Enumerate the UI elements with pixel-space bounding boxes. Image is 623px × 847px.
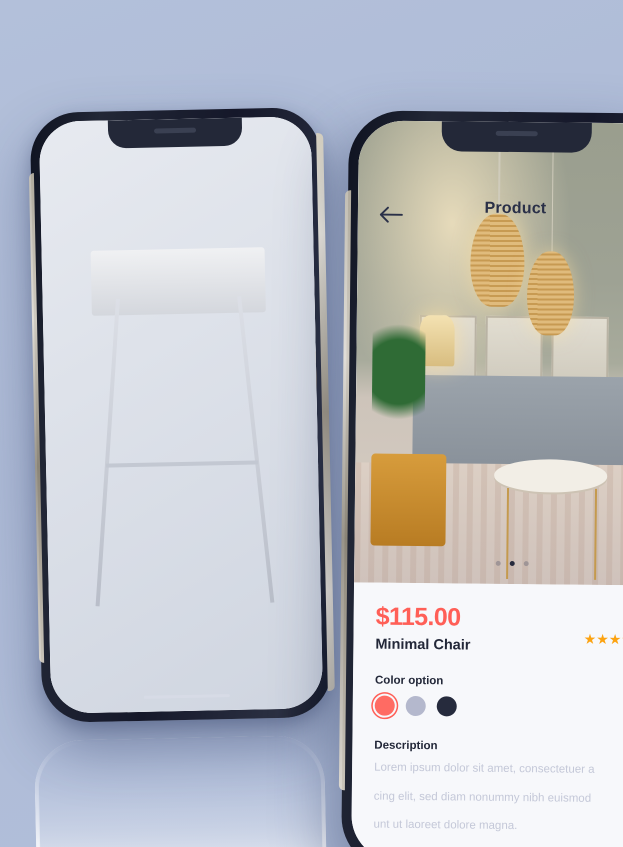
carousel-dot[interactable] bbox=[495, 560, 501, 566]
price-rating-row: $115.00 Minimal Chair ★★★★★ bbox=[375, 603, 623, 656]
best-selling-item[interactable]: Minimal Chair Lorem Ipsum $125.00 bbox=[38, 116, 324, 714]
detail-body: $115.00 Minimal Chair ★★★★★ Color option… bbox=[351, 582, 623, 840]
phone-notch bbox=[441, 121, 592, 153]
price-name-block: $115.00 Minimal Chair bbox=[375, 603, 471, 654]
product-hero-image bbox=[354, 120, 623, 586]
phone-home-device: Explore bbox=[29, 107, 333, 723]
phone-notch bbox=[107, 117, 243, 149]
notch-speaker bbox=[495, 130, 538, 137]
phone-detail-device: Product $115.00 Minimal Chair ★★★★★ Colo… bbox=[341, 110, 623, 847]
color-swatch-coral[interactable] bbox=[374, 695, 395, 716]
mockup-stage: Explore bbox=[0, 0, 623, 847]
page-title: Product bbox=[484, 199, 547, 218]
color-swatch-light-lavender-gray[interactable] bbox=[405, 695, 426, 717]
carousel-dot[interactable] bbox=[523, 561, 529, 567]
description-line: unt ut laoreet dolore magna. bbox=[373, 819, 518, 833]
color-swatch-dark-navy[interactable] bbox=[436, 696, 457, 717]
product-price: $115.00 bbox=[375, 602, 461, 632]
phone-frame: Product $115.00 Minimal Chair ★★★★★ Colo… bbox=[341, 110, 623, 847]
color-option-label: Color option bbox=[374, 674, 444, 688]
phone-detail-screen: Product $115.00 Minimal Chair ★★★★★ Colo… bbox=[351, 120, 623, 847]
reflection-fade bbox=[33, 734, 327, 847]
description-line: Lorem ipsum dolor sit amet, consectetuer… bbox=[374, 761, 595, 776]
home-content: Explore bbox=[38, 116, 324, 714]
description-label: Description bbox=[374, 739, 438, 753]
stool-image bbox=[38, 116, 324, 714]
rating-stars: ★★★★★ bbox=[583, 630, 623, 648]
color-swatch-list bbox=[374, 695, 623, 719]
description-line: cing elit, sed diam nonummy nibh euismod bbox=[373, 790, 592, 805]
product-name: Minimal Chair bbox=[375, 636, 471, 654]
phone-frame: Explore bbox=[29, 107, 333, 723]
phone-home-screen: Explore bbox=[38, 116, 324, 714]
notch-speaker bbox=[153, 127, 197, 134]
carousel-dot-active[interactable] bbox=[509, 560, 515, 567]
carousel-dots bbox=[495, 560, 529, 567]
detail-content: Product $115.00 Minimal Chair ★★★★★ Colo… bbox=[351, 120, 623, 847]
product-hero: Product bbox=[354, 120, 623, 586]
phone-reflection bbox=[33, 734, 329, 847]
best-selling-thumbnail bbox=[38, 116, 324, 714]
